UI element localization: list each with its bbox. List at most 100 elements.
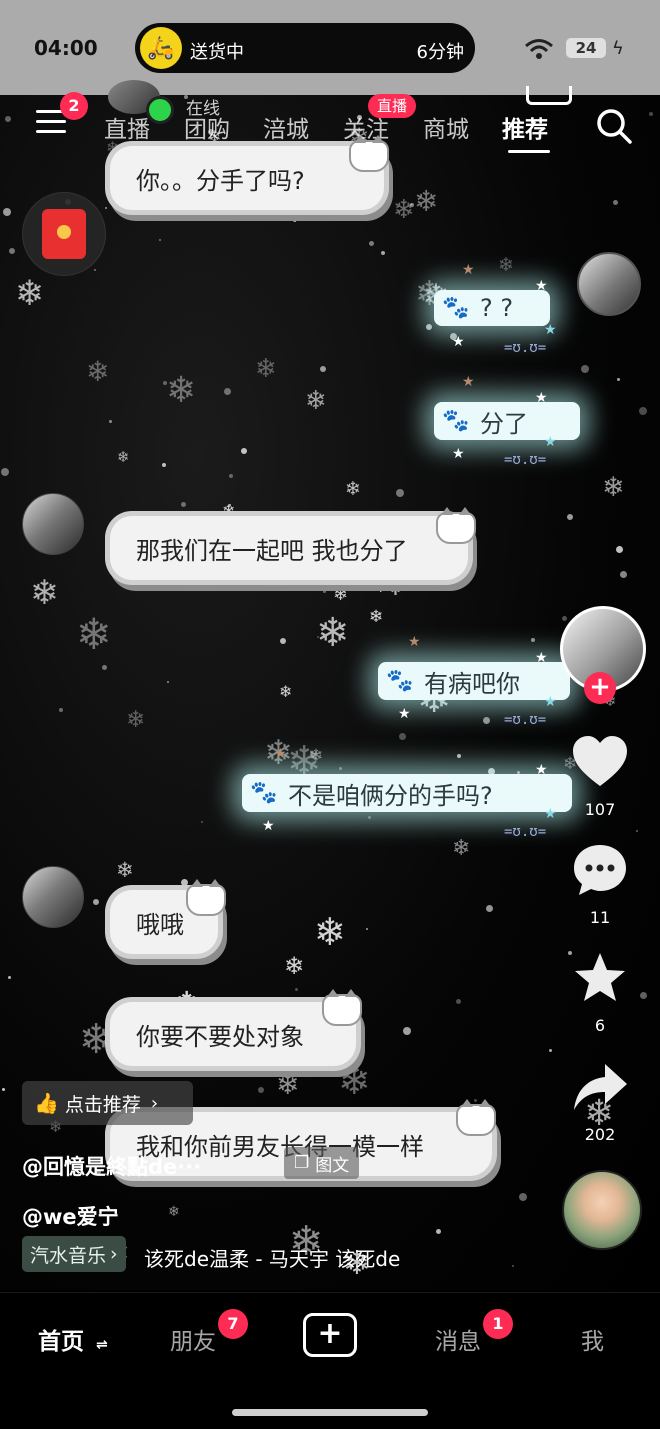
snow-particle bbox=[456, 999, 461, 1004]
tab-group-buy[interactable]: 团购 bbox=[184, 110, 230, 144]
nav-home[interactable]: 首页 ⇌ bbox=[38, 1322, 108, 1356]
snow-particle bbox=[436, 1229, 441, 1234]
star-icon: ★ bbox=[398, 706, 411, 722]
snow-particle bbox=[8, 976, 11, 979]
paw-icon: 🐾 bbox=[386, 668, 414, 694]
snow-particle bbox=[396, 489, 404, 497]
snow-particle bbox=[9, 248, 15, 254]
tab-local[interactable]: 涪城 bbox=[263, 110, 309, 144]
chat-bubble-left: 你。。分手了吗? bbox=[110, 146, 384, 210]
snow-particle bbox=[102, 665, 107, 670]
snow-particle bbox=[474, 1099, 477, 1102]
snow-particle bbox=[636, 830, 638, 832]
snowflake-decoration: ❄ bbox=[276, 1068, 300, 1101]
snow-particle bbox=[323, 590, 326, 593]
messages-badge: 1 bbox=[483, 1309, 513, 1339]
cat-sticker-icon bbox=[322, 989, 362, 1026]
follow-button[interactable]: + bbox=[584, 672, 616, 704]
tab-live[interactable]: 直播 bbox=[104, 110, 150, 144]
tab-mall[interactable]: 商城 bbox=[423, 110, 469, 144]
snow-particle bbox=[410, 203, 414, 207]
paw-icon: 🐾 bbox=[442, 408, 470, 434]
snow-particle bbox=[2, 1088, 5, 1091]
snowflake-decoration: ❄ bbox=[86, 355, 110, 388]
snow-particle bbox=[567, 514, 573, 520]
snowflake-decoration: ❄ bbox=[166, 370, 197, 411]
music-disc-avatar[interactable] bbox=[562, 1170, 642, 1250]
music-title[interactable]: 该死de温柔 - 马天宇 该死de bbox=[144, 1243, 400, 1272]
chat-avatar bbox=[22, 493, 84, 555]
image-text-badge: ❐ 图文 bbox=[284, 1147, 360, 1179]
snow-particle bbox=[59, 708, 63, 712]
face-glyph: =ʊ.ʊ= bbox=[504, 712, 547, 728]
snow-particle bbox=[616, 546, 623, 553]
snow-particle bbox=[93, 899, 99, 905]
tab-recommend[interactable]: 推荐 bbox=[502, 110, 548, 144]
snowflake-decoration: ❄ bbox=[76, 610, 113, 660]
search-icon[interactable] bbox=[594, 106, 634, 146]
snow-particle bbox=[5, 116, 11, 122]
chat-bubble-right: 🐾 有病吧你 bbox=[378, 662, 570, 700]
music-app-tag[interactable]: 汽水音乐 › bbox=[22, 1236, 126, 1272]
favorite-button[interactable] bbox=[570, 950, 630, 1010]
friends-badge: 7 bbox=[218, 1309, 248, 1339]
nav-messages[interactable]: 消息 bbox=[435, 1322, 481, 1356]
snow-particle bbox=[229, 504, 231, 506]
recommend-button[interactable]: 👍 点击推荐 › bbox=[22, 1081, 193, 1125]
star-icon: ★ bbox=[535, 278, 548, 294]
snow-particle bbox=[381, 251, 385, 255]
camera-icon[interactable] bbox=[526, 86, 572, 105]
snow-particle bbox=[562, 616, 567, 621]
cat-sticker-icon bbox=[436, 507, 476, 544]
snow-particle bbox=[519, 1193, 527, 1201]
snowflake-decoration: ❄ bbox=[452, 836, 471, 861]
snow-particle bbox=[229, 474, 233, 478]
like-count: 107 bbox=[584, 800, 616, 819]
face-glyph: =ʊ.ʊ= bbox=[504, 340, 547, 356]
snowflake-decoration: ❄ bbox=[369, 607, 384, 627]
face-glyph: =ʊ.ʊ= bbox=[504, 452, 547, 468]
snow-particle bbox=[489, 1164, 494, 1169]
snow-particle bbox=[163, 381, 167, 385]
comment-button[interactable] bbox=[570, 842, 630, 902]
author-name[interactable]: @回憶是終點de··· bbox=[22, 1151, 201, 1181]
nav-friends[interactable]: 朋友 bbox=[170, 1322, 216, 1356]
status-time: 04:00 bbox=[34, 36, 98, 60]
snow-particle bbox=[280, 638, 286, 644]
snow-particle bbox=[258, 1087, 264, 1093]
active-tab-indicator bbox=[508, 150, 550, 153]
nav-home-label: 首页 bbox=[38, 1329, 84, 1355]
nav-me[interactable]: 我 bbox=[581, 1322, 604, 1356]
share-count: 202 bbox=[584, 1125, 616, 1144]
snow-particle bbox=[320, 366, 326, 372]
snowflake-decoration: ❄ bbox=[314, 910, 346, 954]
chat-bubble-text: ? ? bbox=[480, 294, 514, 322]
snow-particle bbox=[549, 1049, 552, 1052]
red-packet-button[interactable] bbox=[22, 192, 106, 276]
chevron-right-icon: › bbox=[110, 1243, 118, 1265]
image-text-icon: ❐ bbox=[294, 1153, 310, 1173]
snow-particle bbox=[181, 502, 186, 507]
star-icon: ★ bbox=[452, 334, 465, 350]
star-icon: ★ bbox=[262, 818, 275, 834]
star-icon: ★ bbox=[535, 762, 548, 778]
star-icon: ★ bbox=[544, 434, 557, 450]
chat-bubble-left: 你要不要处对象 bbox=[110, 1002, 356, 1066]
snowflake-decoration: ❄ bbox=[414, 184, 439, 218]
star-icon: ★ bbox=[544, 694, 557, 710]
snow-particle bbox=[457, 754, 461, 758]
cat-sticker-icon bbox=[456, 1099, 496, 1136]
share-button[interactable] bbox=[570, 1060, 630, 1118]
snowflake-decoration: ❄ bbox=[117, 448, 130, 466]
snow-particle bbox=[512, 1265, 514, 1267]
snow-particle bbox=[620, 571, 627, 578]
favorite-count: 6 bbox=[594, 1016, 606, 1035]
battery-indicator: 24 bbox=[566, 38, 606, 58]
create-post-button[interactable]: + bbox=[303, 1313, 357, 1357]
like-button[interactable] bbox=[570, 734, 630, 792]
mention-handle[interactable]: @we爱宁 bbox=[22, 1201, 119, 1231]
music-app-label: 汽水音乐 bbox=[30, 1244, 107, 1267]
chat-bubble-right: 🐾 ? ? bbox=[434, 290, 550, 326]
paw-icon: 🐾 bbox=[442, 295, 470, 321]
snow-particle bbox=[241, 448, 247, 454]
